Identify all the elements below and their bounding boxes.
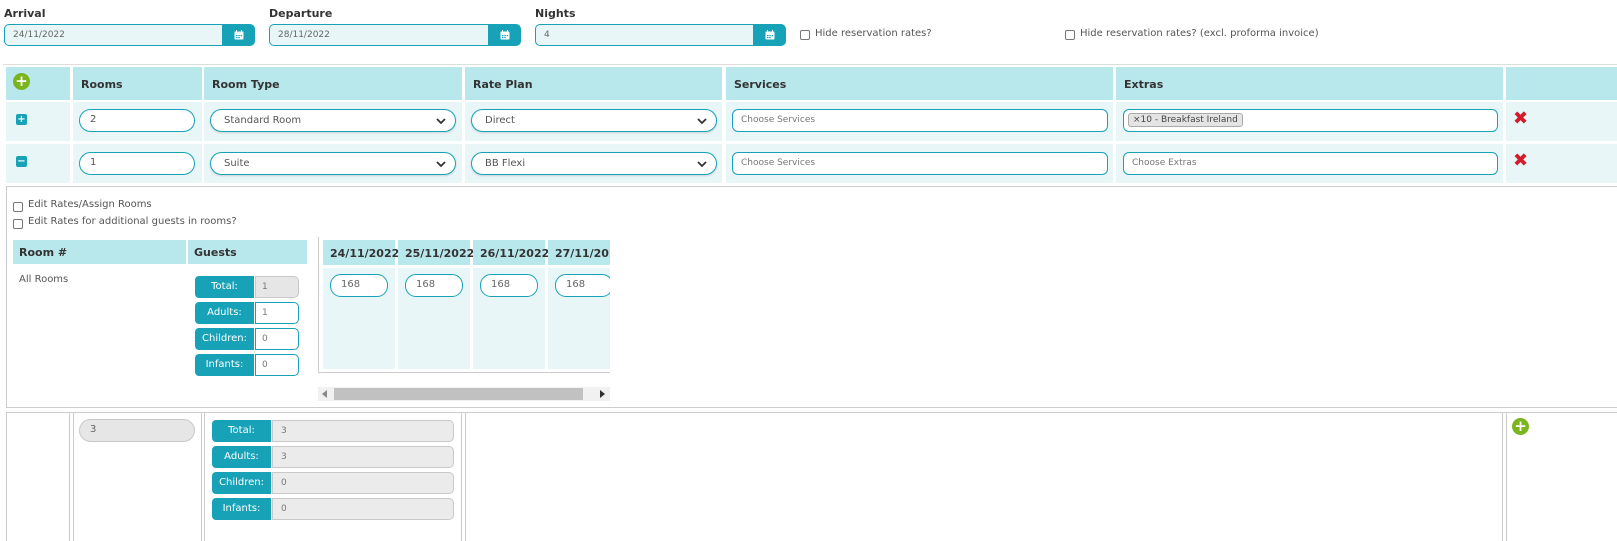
adults-label: Adults: <box>195 302 254 324</box>
scroll-left-icon[interactable] <box>321 390 329 398</box>
total-guests-field: 1 <box>255 276 299 298</box>
extras-input[interactable]: Choose Extras <box>1123 152 1498 175</box>
rate-grid: 24/11/2022 168 25/11/2022 168 26/11/2022… <box>318 237 610 373</box>
room-number-header: Room # <box>13 240 186 264</box>
infants-label: Infants: <box>195 354 254 376</box>
hide-rates-label: Hide reservation rates? <box>815 28 932 39</box>
extras-input[interactable]: ×10 - Breakfast Ireland <box>1123 109 1498 132</box>
room-type-select[interactable]: Standard Room <box>210 109 456 132</box>
room-type-header: Room Type <box>204 67 462 100</box>
chevron-down-icon <box>697 161 707 168</box>
nights-label: Nights <box>535 7 576 20</box>
summary-total-label: Total: <box>212 420 271 442</box>
calendar-icon <box>500 30 509 40</box>
calendar-icon <box>765 30 774 40</box>
room-type-value: Suite <box>224 158 250 169</box>
arrival-label: Arrival <box>4 7 46 20</box>
rate-plan-value: BB Flexi <box>485 158 526 169</box>
extras-header: Extras <box>1116 67 1503 100</box>
rate-plan-value: Direct <box>485 115 515 126</box>
departure-input[interactable]: 28/11/2022 <box>269 24 489 46</box>
rooms-input[interactable]: 2 <box>79 109 195 132</box>
calendar-icon <box>234 30 243 40</box>
edit-rates-additional-checkbox[interactable] <box>13 219 23 229</box>
children-label: Children: <box>195 328 254 350</box>
chevron-down-icon <box>697 118 707 125</box>
actions-header <box>1506 67 1617 100</box>
services-input[interactable]: Choose Services <box>732 109 1108 132</box>
scroll-right-icon[interactable] <box>598 390 606 398</box>
scrollbar-thumb[interactable] <box>334 388 583 400</box>
collapse-icon[interactable]: − <box>16 156 27 167</box>
summary-adults-field: 3 <box>272 446 454 468</box>
edit-rates-additional-label: Edit Rates for additional guests in room… <box>28 216 237 227</box>
chevron-down-icon <box>436 118 446 125</box>
rate-input[interactable]: 168 <box>330 274 388 297</box>
extras-tag-label: 10 - Breakfast Ireland <box>1140 115 1238 125</box>
services-header: Services <box>726 67 1113 100</box>
rate-plan-select[interactable]: BB Flexi <box>471 152 717 175</box>
adults-input[interactable]: 1 <box>255 302 299 324</box>
summary-infants-field: 0 <box>272 498 454 520</box>
rate-plan-header: Rate Plan <box>465 67 722 100</box>
table-row-1-toggle-cell: + <box>6 102 70 141</box>
total-rooms-field: 3 <box>79 419 195 442</box>
rate-input[interactable]: 168 <box>555 274 610 297</box>
add-column-header: + <box>6 67 70 100</box>
total-label: Total: <box>195 276 254 298</box>
date-header: 25/11/2022 <box>398 240 474 265</box>
arrival-input[interactable]: 24/11/2022 <box>4 24 223 46</box>
chevron-down-icon <box>436 161 446 168</box>
all-rooms-label: All Rooms <box>19 274 69 285</box>
expand-icon[interactable]: + <box>16 114 27 125</box>
summary-adults-label: Adults: <box>212 446 271 468</box>
hide-rates-checkbox[interactable] <box>800 30 810 40</box>
nights-calendar-button[interactable] <box>753 24 786 46</box>
children-input[interactable]: 0 <box>255 328 299 350</box>
departure-calendar-button[interactable] <box>488 24 521 46</box>
edit-rates-assign-label: Edit Rates/Assign Rooms <box>28 199 152 210</box>
add-room-bottom-icon[interactable]: + <box>1512 418 1529 435</box>
arrival-calendar-button[interactable] <box>222 24 255 46</box>
room-type-select[interactable]: Suite <box>210 152 456 175</box>
edit-rates-assign-checkbox[interactable] <box>13 202 23 212</box>
rate-plan-select[interactable]: Direct <box>471 109 717 132</box>
summary-infants-label: Infants: <box>212 498 271 520</box>
summary-children-field: 0 <box>272 472 454 494</box>
rate-input[interactable]: 168 <box>480 274 538 297</box>
rate-input[interactable]: 168 <box>405 274 463 297</box>
hide-rates-excl-label: Hide reservation rates? (excl. proforma … <box>1080 28 1319 39</box>
date-header: 27/11/2022 <box>548 240 610 265</box>
guests-header: Guests <box>188 240 307 264</box>
services-input[interactable]: Choose Services <box>732 152 1108 175</box>
table-row-2-toggle-cell: − <box>6 144 70 183</box>
rooms-header: Rooms <box>73 67 202 100</box>
delete-row-icon[interactable]: ✖ <box>1513 110 1528 128</box>
departure-label: Departure <box>269 7 333 20</box>
tag-remove-icon[interactable]: × <box>1133 115 1141 125</box>
summary-children-label: Children: <box>212 472 271 494</box>
infants-input[interactable]: 0 <box>255 354 299 376</box>
rooms-input[interactable]: 1 <box>79 152 195 175</box>
hide-rates-excl-checkbox[interactable] <box>1065 30 1075 40</box>
summary-total-field: 3 <box>272 420 454 442</box>
add-room-icon[interactable]: + <box>13 73 30 90</box>
horizontal-scrollbar[interactable] <box>318 387 610 401</box>
delete-row-icon[interactable]: ✖ <box>1513 152 1528 170</box>
room-type-value: Standard Room <box>224 115 302 126</box>
date-header: 24/11/2022 <box>323 240 399 265</box>
date-header: 26/11/2022 <box>473 240 549 265</box>
extras-tag: ×10 - Breakfast Ireland <box>1128 113 1243 127</box>
nights-input[interactable]: 4 <box>535 24 754 46</box>
